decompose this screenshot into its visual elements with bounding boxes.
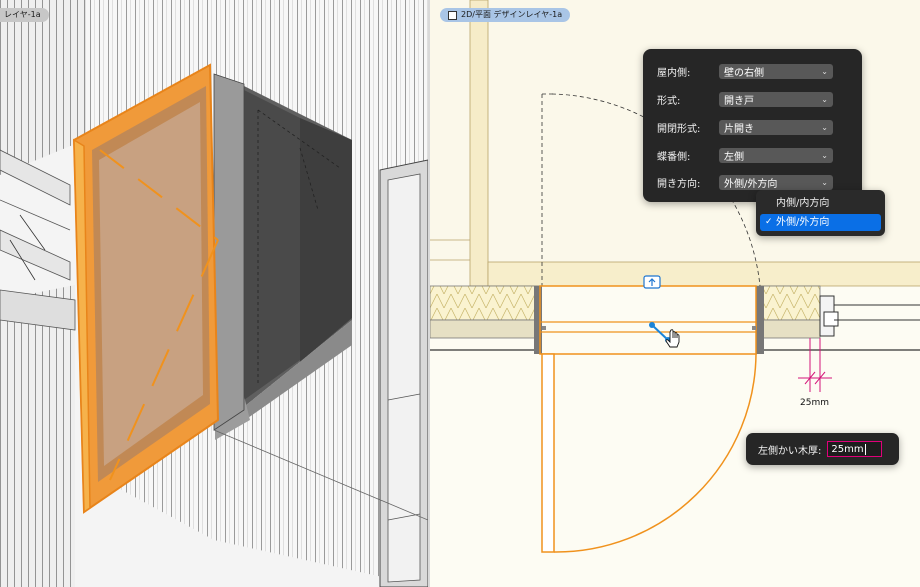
- prop-row-opening-type: 開閉形式: 片開き ⌄: [657, 119, 833, 135]
- prop-row-interior-side: 屋内側: 壁の右側 ⌄: [657, 63, 833, 79]
- prop-row-hinge-side: 蝶番側: 左側 ⌄: [657, 147, 833, 163]
- thickness-value: 25mm: [831, 444, 864, 455]
- select-value: 左側: [724, 151, 744, 163]
- 2d-plan-view[interactable]: 2D/平面 デザインレイヤ-1a 25mm 屋内側: 壁の右側 ⌄ 形式: 開き戸…: [430, 0, 920, 587]
- layer-badge[interactable]: 2D/平面 デザインレイヤ-1a: [440, 8, 571, 22]
- prop-label: 形式:: [657, 95, 681, 107]
- menu-item-inward[interactable]: 内側/内方向: [760, 195, 881, 212]
- select-value: 開き戸: [724, 95, 754, 107]
- interior-side-select[interactable]: 壁の右側 ⌄: [719, 63, 833, 79]
- hinge-side-select[interactable]: 左側 ⌄: [719, 147, 833, 163]
- opening-type-select[interactable]: 片開き ⌄: [719, 119, 833, 135]
- chevron-down-icon: ⌄: [821, 94, 828, 104]
- select-value: 壁の右側: [724, 67, 764, 79]
- checkmark-icon: ✓: [765, 217, 773, 227]
- 3d-view[interactable]: レイヤ-1a: [0, 0, 428, 587]
- dimension-label: 25mm: [800, 398, 829, 408]
- chevron-down-icon: ⌄: [821, 122, 828, 132]
- text-cursor: [864, 443, 866, 455]
- chevron-down-icon: ⌄: [821, 66, 828, 76]
- layer-badge-label: 2D/平面 デザインレイヤ-1a: [461, 10, 563, 19]
- chevron-down-icon: ⌄: [821, 150, 828, 160]
- opening-direction-menu: 内側/内方向 ✓ 外側/外方向: [756, 190, 885, 236]
- prop-label: 蝶番側:: [657, 151, 691, 163]
- prop-label: 屋内側:: [657, 67, 691, 79]
- type-select[interactable]: 開き戸 ⌄: [719, 91, 833, 107]
- prop-label: 開き方向:: [657, 178, 701, 190]
- thickness-label: 左側かい木厚:: [758, 445, 822, 457]
- prop-row-type: 形式: 開き戸 ⌄: [657, 91, 833, 107]
- thickness-input[interactable]: 25mm: [827, 441, 883, 457]
- chevron-down-icon: ⌄: [821, 177, 828, 187]
- layer-badge[interactable]: レイヤ-1a: [0, 8, 49, 22]
- 3d-scene: [0, 0, 428, 587]
- select-value: 外側/外方向: [724, 178, 778, 190]
- opening-direction-select[interactable]: 外側/外方向 ⌄: [719, 174, 833, 190]
- select-value: 片開き: [724, 123, 754, 135]
- prop-label: 開閉形式:: [657, 123, 701, 135]
- menu-item-label: 外側/外方向: [776, 217, 830, 228]
- menu-item-outward[interactable]: ✓ 外側/外方向: [760, 214, 881, 231]
- prop-row-opening-direction: 開き方向: 外側/外方向 ⌄: [657, 174, 833, 190]
- thickness-input-panel: 左側かい木厚: 25mm: [746, 433, 899, 465]
- layer-icon: [448, 10, 457, 20]
- door-properties-panel: 屋内側: 壁の右側 ⌄ 形式: 開き戸 ⌄ 開閉形式: 片開き ⌄ 蝶番側: 左側 ⌄ …: [643, 49, 862, 202]
